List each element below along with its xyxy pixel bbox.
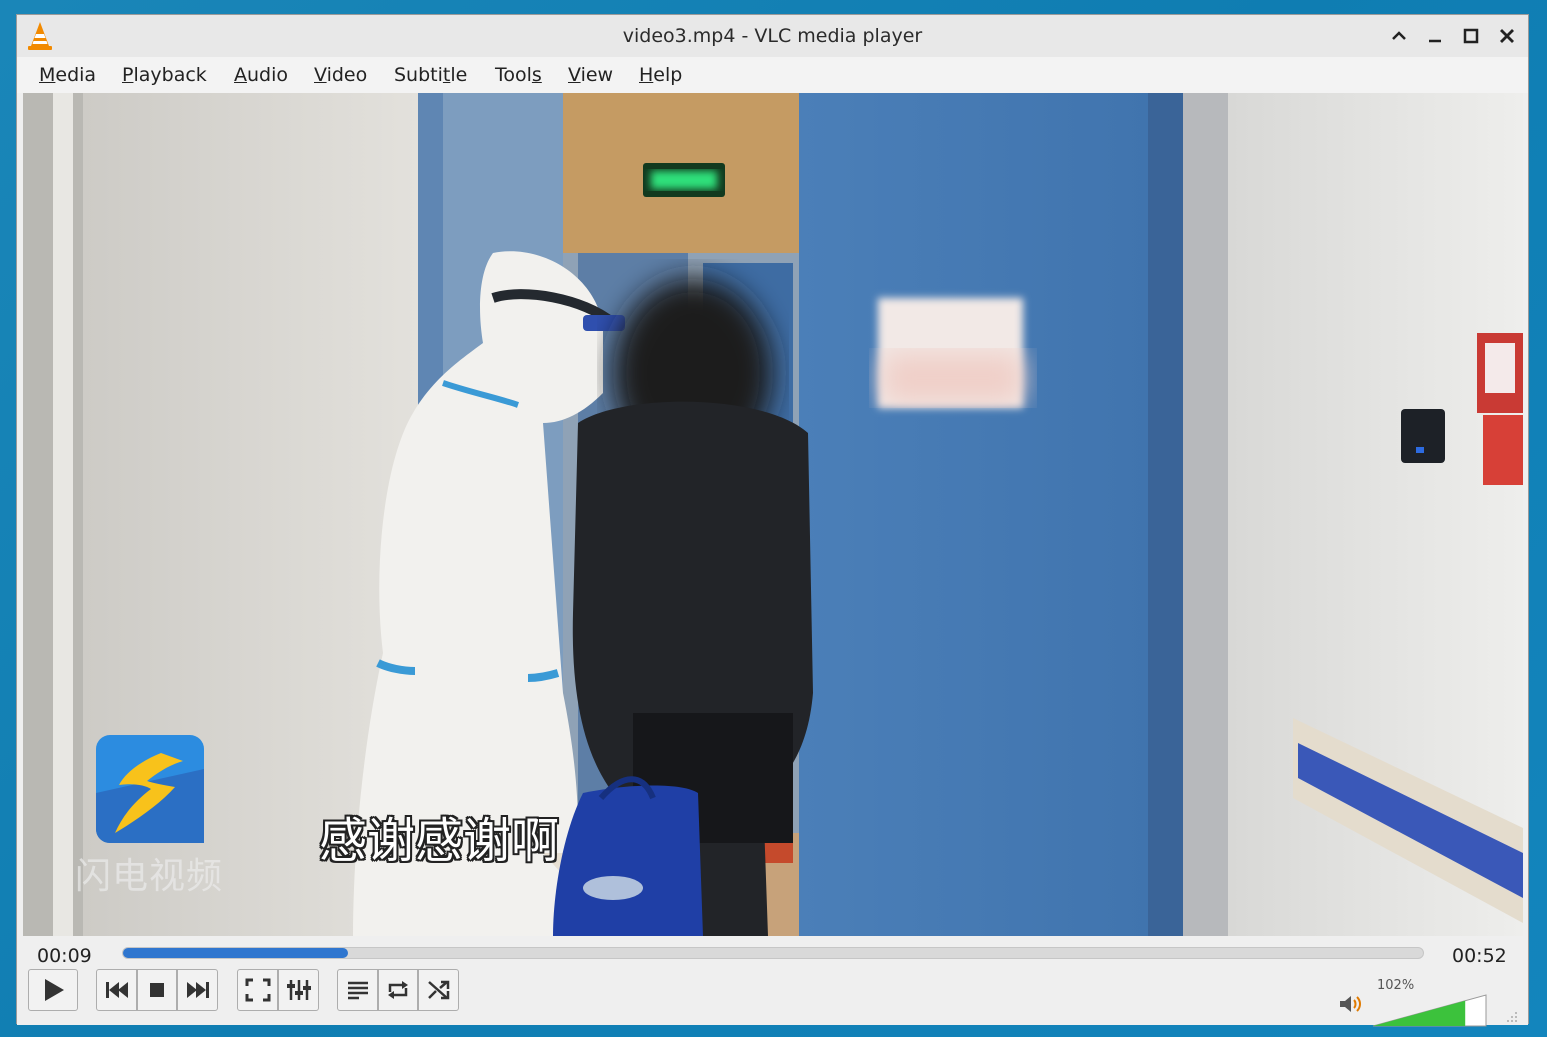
playlist-button[interactable] — [337, 969, 378, 1011]
subtitle-text: 感谢感谢啊 — [319, 813, 560, 869]
resize-grip-icon[interactable] — [1504, 1011, 1518, 1023]
skip-forward-icon — [186, 982, 209, 998]
stop-button[interactable] — [137, 969, 177, 1011]
title-bar[interactable]: video3.mp4 - VLC media player — [17, 15, 1528, 58]
shade-up-icon[interactable] — [1388, 25, 1410, 47]
menu-audio[interactable]: Audio — [234, 64, 288, 86]
seek-bar[interactable] — [122, 947, 1424, 959]
fullscreen-icon — [245, 978, 270, 1002]
menu-video[interactable]: Video — [314, 64, 367, 86]
menu-subtitle[interactable]: Subtitle — [394, 64, 467, 86]
skip-back-icon — [105, 982, 128, 998]
video-frame[interactable]: 闪电视频 感谢感谢啊 — [23, 93, 1523, 936]
loop-button[interactable] — [378, 969, 418, 1011]
volume-label: 102% — [1377, 978, 1415, 993]
menu-view[interactable]: View — [568, 64, 613, 86]
shuffle-button[interactable] — [418, 969, 459, 1011]
next-button[interactable] — [177, 969, 218, 1011]
previous-button[interactable] — [96, 969, 137, 1011]
close-icon[interactable] — [1496, 25, 1518, 47]
seek-bar-progress — [123, 948, 348, 958]
watermark-text: 闪电视频 — [75, 856, 224, 897]
menu-playback[interactable]: Playback — [122, 64, 207, 86]
minimize-icon[interactable] — [1424, 25, 1446, 47]
maximize-icon[interactable] — [1460, 25, 1482, 47]
stop-icon — [150, 983, 164, 997]
play-icon — [45, 979, 64, 1001]
loop-icon — [388, 981, 408, 999]
fullscreen-button[interactable] — [237, 969, 278, 1011]
vlc-window: video3.mp4 - VLC media player Media Play… — [16, 14, 1529, 1028]
elapsed-time[interactable]: 00:09 — [37, 945, 92, 967]
total-time[interactable]: 00:52 — [1452, 945, 1507, 967]
menu-help[interactable]: Help — [639, 64, 682, 86]
menu-bar: Media Playback Audio Video Subtitle Tool… — [17, 57, 1528, 93]
window-title: video3.mp4 - VLC media player — [622, 25, 923, 47]
video-scene — [23, 93, 1523, 936]
extended-settings-button[interactable] — [278, 969, 319, 1011]
control-bar: 00:09 00:52 102% — [17, 936, 1528, 1028]
play-button[interactable] — [28, 969, 78, 1011]
equalizer-icon — [286, 980, 311, 1000]
menu-media[interactable]: Media — [39, 64, 96, 86]
playlist-icon — [347, 981, 368, 1000]
speaker-icon[interactable] — [1338, 993, 1362, 1015]
shuffle-icon — [427, 980, 449, 1000]
menu-tools[interactable]: Tools — [495, 64, 542, 86]
volume-slider[interactable] — [1372, 994, 1488, 1028]
